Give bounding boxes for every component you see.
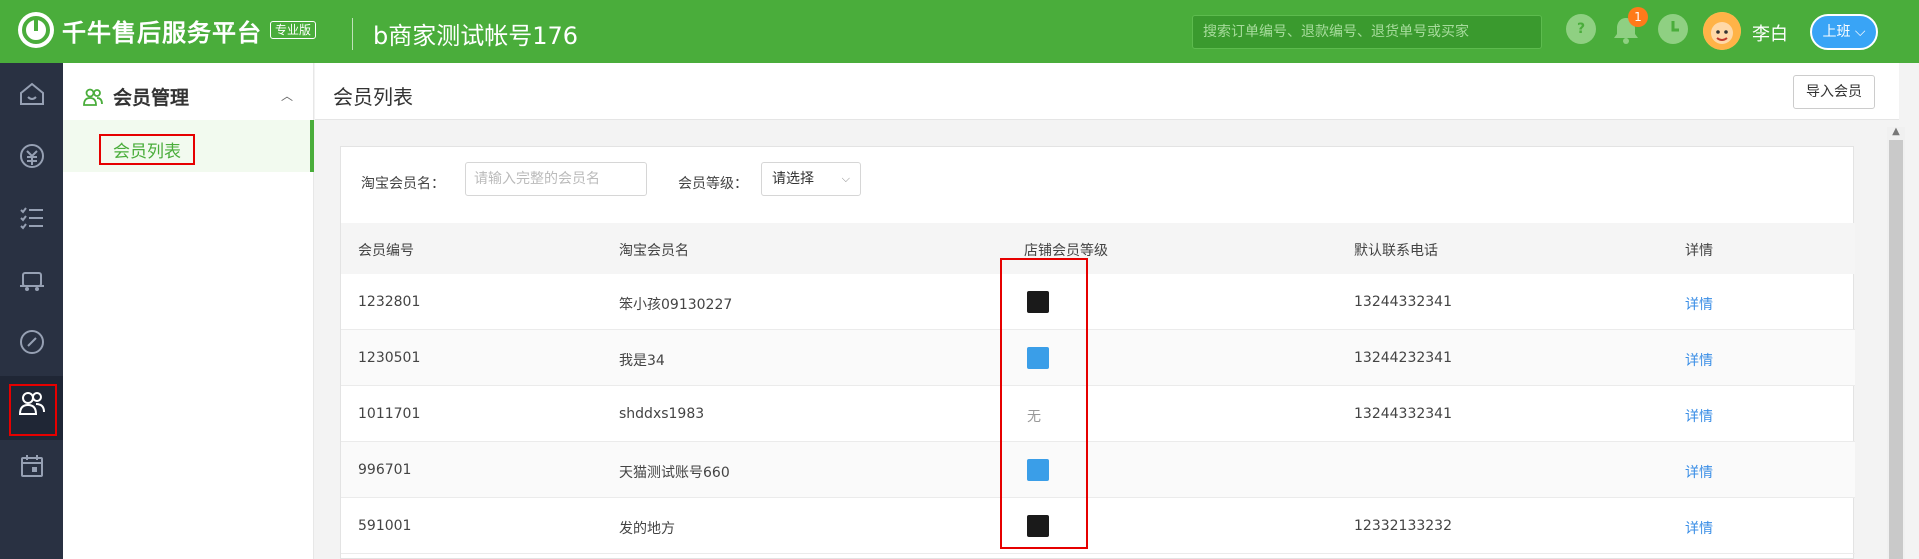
table-row: 1232801 笨小孩09130227 13244332341 详情 bbox=[341, 274, 1855, 330]
table-row: 996701 天猫测试账号660 详情 bbox=[341, 442, 1855, 498]
detail-link[interactable]: 详情 bbox=[1685, 406, 1713, 426]
logo: 千牛售后服务平台 专业版 bbox=[18, 12, 317, 48]
detail-link[interactable]: 详情 bbox=[1685, 350, 1713, 370]
detail-link[interactable]: 详情 bbox=[1685, 518, 1713, 538]
chevron-down-icon: ⌵ bbox=[841, 172, 850, 185]
chevron-down-icon: ⌵ bbox=[1854, 24, 1866, 40]
member-phone: 13244332341 bbox=[1354, 294, 1452, 310]
main-content: 会员列表 导入会员 淘宝会员名： 请输入完整的会员名 会员等级： 请选择 ⌵ 会… bbox=[315, 63, 1899, 559]
sidebar bbox=[0, 63, 63, 559]
member-list-card: 淘宝会员名： 请输入完整的会员名 会员等级： 请选择 ⌵ 会员编号 淘宝会员名 … bbox=[340, 146, 1855, 559]
shift-button[interactable]: 上班 ⌵ bbox=[1810, 14, 1878, 50]
clock-icon[interactable] bbox=[1658, 14, 1688, 44]
member-phone: 13244232341 bbox=[1354, 350, 1452, 366]
calendar-icon[interactable] bbox=[17, 451, 47, 481]
column-header: 淘宝会员名 bbox=[619, 243, 689, 259]
finance-icon[interactable] bbox=[17, 141, 47, 171]
subnav-item-label: 会员列表 bbox=[99, 134, 195, 165]
page-title: 会员列表 bbox=[333, 85, 413, 109]
member-id: 591001 bbox=[358, 518, 412, 534]
highlight-box bbox=[1000, 258, 1088, 549]
notification-badge: 1 bbox=[1628, 7, 1648, 27]
table-row: 1011701 shddxs1983 无 13244332341 详情 bbox=[341, 386, 1855, 442]
member-name: 发的地方 bbox=[619, 521, 675, 537]
highlight-box bbox=[9, 384, 57, 436]
user-name[interactable]: 李白 bbox=[1752, 20, 1788, 46]
member-name-input[interactable]: 请输入完整的会员名 bbox=[465, 162, 647, 196]
column-header: 会员编号 bbox=[358, 243, 414, 259]
member-name-label: 淘宝会员名： bbox=[361, 176, 445, 192]
edition-badge: 专业版 bbox=[270, 21, 317, 39]
divider bbox=[352, 18, 353, 50]
member-name: 天猫测试账号660 bbox=[619, 465, 730, 481]
avatar[interactable] bbox=[1703, 12, 1741, 50]
member-phone: 13244332341 bbox=[1354, 406, 1452, 422]
search-input[interactable]: 搜索订单编号、退款编号、退货单号或买家 bbox=[1192, 15, 1542, 49]
import-members-button[interactable]: 导入会员 bbox=[1793, 75, 1875, 109]
compass-icon[interactable] bbox=[17, 327, 47, 357]
member-id: 1232801 bbox=[358, 294, 421, 310]
platform-title: 千牛售后服务平台 bbox=[62, 18, 262, 47]
logistics-icon[interactable] bbox=[17, 265, 47, 295]
home-icon[interactable] bbox=[17, 79, 47, 109]
column-header: 详情 bbox=[1685, 243, 1713, 259]
member-id: 1011701 bbox=[358, 406, 421, 422]
scrollbar-thumb[interactable] bbox=[1889, 140, 1903, 559]
member-id: 1230501 bbox=[358, 350, 421, 366]
subnav-section-title: 会员管理 bbox=[113, 87, 190, 109]
account-name: b商家测试帐号176 bbox=[373, 22, 579, 50]
members-icon bbox=[83, 88, 103, 106]
filter-bar: 淘宝会员名： 请输入完整的会员名 会员等级： 请选择 ⌵ bbox=[341, 147, 1855, 223]
subnav-item-member-list[interactable]: 会员列表 bbox=[63, 120, 314, 172]
table-row: 591001 发的地方 12332133232 详情 bbox=[341, 498, 1855, 554]
scroll-up-icon[interactable]: ▲ bbox=[1887, 126, 1905, 138]
member-level-label: 会员等级： bbox=[678, 176, 748, 192]
list-icon[interactable] bbox=[17, 203, 47, 233]
help-icon[interactable]: ? bbox=[1566, 14, 1596, 44]
member-phone: 12332133232 bbox=[1354, 518, 1452, 534]
table-header: 会员编号 淘宝会员名 店铺会员等级 默认联系电话 详情 bbox=[341, 223, 1855, 274]
member-name: 我是34 bbox=[619, 353, 665, 369]
member-level-select[interactable]: 请选择 ⌵ bbox=[761, 162, 861, 196]
member-name: shddxs1983 bbox=[619, 406, 705, 422]
detail-link[interactable]: 详情 bbox=[1685, 462, 1713, 482]
member-level-value: 请选择 bbox=[772, 171, 814, 187]
member-id: 996701 bbox=[358, 462, 412, 478]
shift-button-label: 上班 bbox=[1822, 24, 1851, 40]
member-name: 笨小孩09130227 bbox=[619, 297, 733, 313]
detail-link[interactable]: 详情 bbox=[1685, 294, 1713, 314]
subnav-section-header[interactable]: 会员管理 bbox=[83, 83, 189, 110]
chevron-up-icon[interactable]: ︿ bbox=[281, 87, 293, 104]
page-header: 会员列表 导入会员 bbox=[315, 63, 1899, 120]
column-header: 默认联系电话 bbox=[1354, 243, 1438, 259]
subnav: 会员管理 ︿ 会员列表 bbox=[63, 63, 314, 559]
table-row: 1230501 我是34 13244232341 详情 bbox=[341, 330, 1855, 386]
top-bar: 千牛售后服务平台 专业版 b商家测试帐号176 搜索订单编号、退款编号、退货单号… bbox=[0, 0, 1919, 63]
column-header: 店铺会员等级 bbox=[1024, 243, 1108, 259]
logo-icon bbox=[18, 12, 54, 48]
